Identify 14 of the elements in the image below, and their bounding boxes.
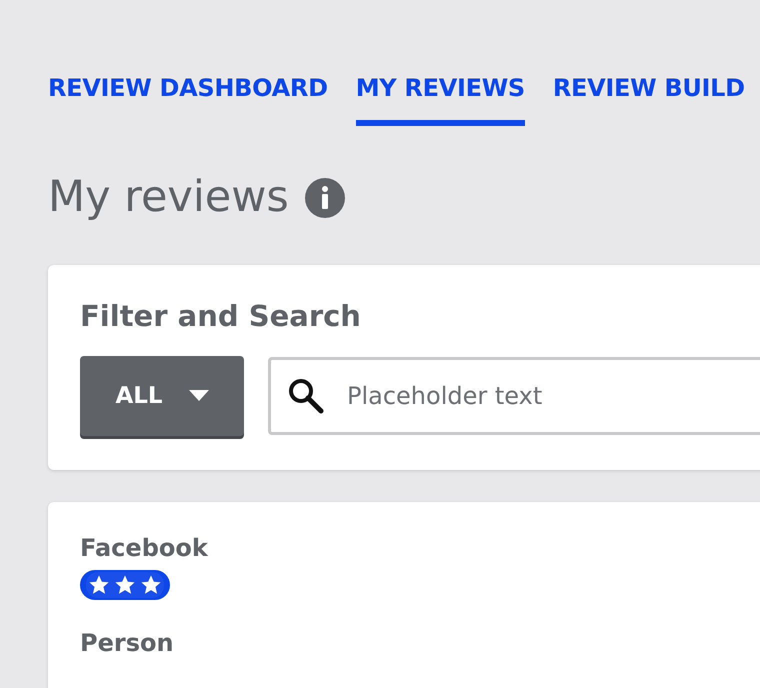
- nav-tab[interactable]: REVIEW BUILD: [552, 66, 745, 126]
- star-icon: [114, 574, 136, 596]
- filter-dropdown[interactable]: ALL: [80, 356, 244, 436]
- nav-tab[interactable]: MY REVIEWS: [356, 66, 525, 126]
- page-title: My reviews: [48, 176, 289, 219]
- info-icon[interactable]: [304, 178, 345, 218]
- star-icon: [140, 574, 162, 596]
- nav-tab[interactable]: REVIEW DASHBOARD: [48, 66, 328, 126]
- review-source: Facebook: [80, 532, 210, 564]
- star-icon: [88, 574, 110, 596]
- card-title: Filter and Search: [80, 299, 362, 334]
- search-field[interactable]: Placeholder text: [268, 356, 760, 435]
- caret-icon: [188, 390, 209, 402]
- reviewer-label: Person: [80, 628, 175, 659]
